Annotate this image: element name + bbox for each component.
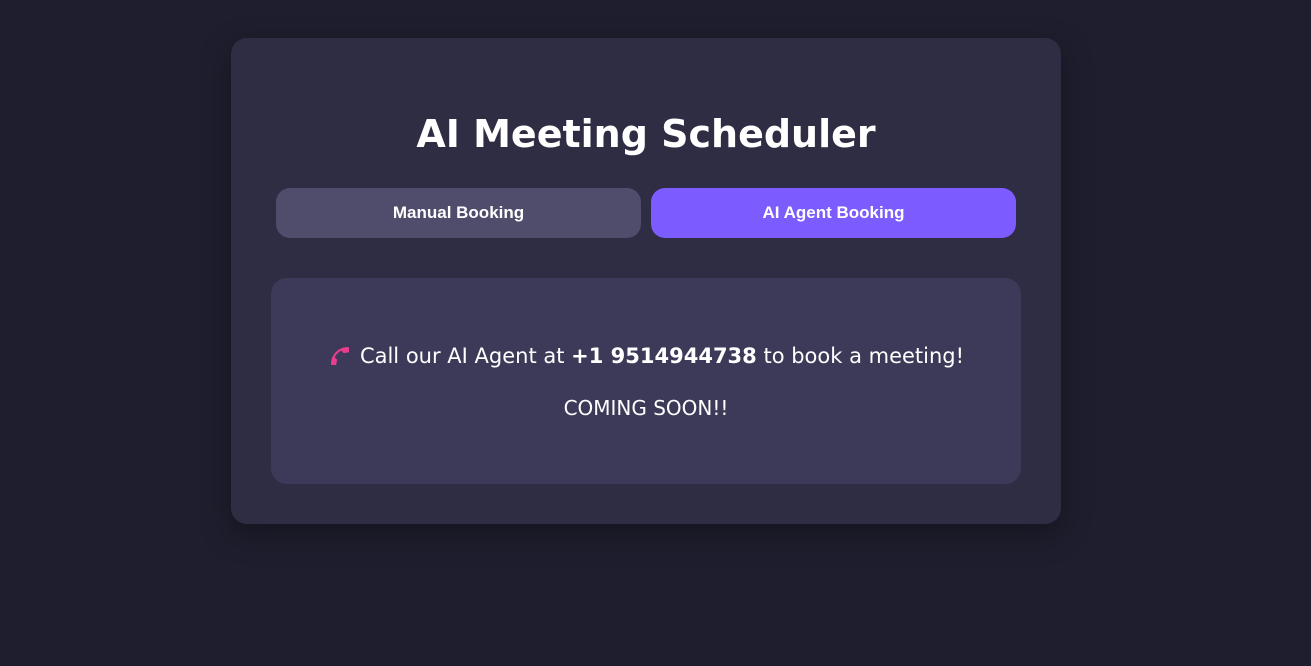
scheduler-card: AI Meeting Scheduler Manual Booking AI A…: [231, 38, 1061, 524]
ai-agent-panel: Call our AI Agent at +1 9514944738 to bo…: [271, 278, 1021, 484]
booking-tabs: Manual Booking AI Agent Booking: [276, 188, 1016, 238]
page-title: AI Meeting Scheduler: [416, 112, 876, 156]
call-instruction: Call our AI Agent at +1 9514944738 to bo…: [271, 342, 1021, 370]
tab-manual-booking[interactable]: Manual Booking: [276, 188, 641, 238]
coming-soon-text: COMING SOON!!: [563, 396, 729, 420]
phone-number: +1 9514944738: [571, 344, 757, 368]
phone-icon: [328, 344, 352, 368]
call-prefix-text: Call our AI Agent at: [359, 344, 572, 368]
call-suffix-text: to book a meeting!: [756, 344, 965, 368]
tab-ai-agent-booking[interactable]: AI Agent Booking: [651, 188, 1016, 238]
